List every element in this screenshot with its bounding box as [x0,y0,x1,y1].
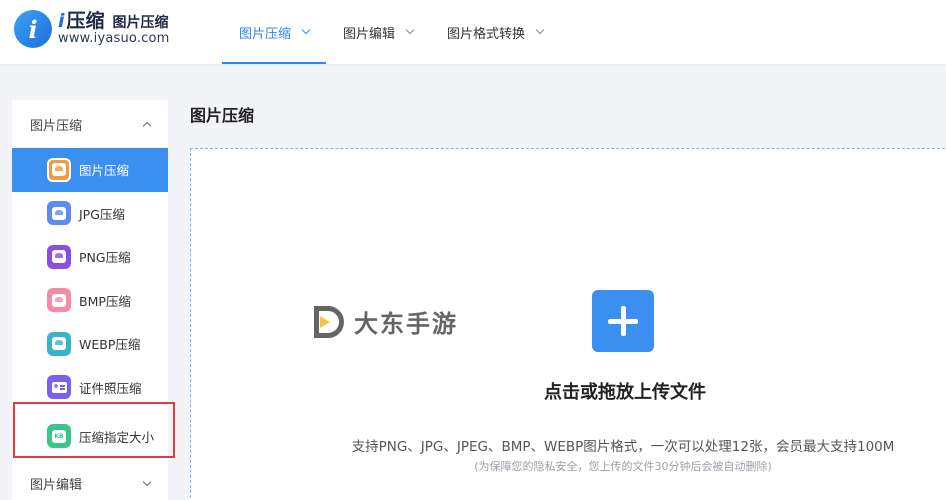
sidebar-item-label: 压缩指定大小 [79,429,155,445]
sidebar-item-png[interactable]: PNG压缩 [12,235,168,279]
bmp-icon [47,288,71,313]
nav-item-label: 图片压缩 [239,26,292,42]
page-title: 图片压缩 [190,106,255,125]
image-compress-icon [47,157,71,182]
chevron-down-icon [535,25,545,35]
sidebar-item-jpg[interactable]: JPG压缩 [12,192,168,236]
sidebar-item-image-compress[interactable]: 图片压缩 [12,148,168,192]
upload-title: 点击或拖放上传文件 [544,382,706,403]
sidebar: 图片压缩 图片压缩 JPG压缩 PNG压缩 BMP压缩 WEBP压缩 证件照压缩… [12,100,168,500]
logo-mark-icon: i [14,10,52,48]
sidebar-item-label: 证件照压缩 [79,380,142,396]
sidebar-item-label: 图片压缩 [79,163,130,179]
upload-plus-button[interactable] [592,290,654,352]
nav-item-image-edit[interactable]: 图片编辑 [326,0,430,64]
logo-brand-sub: 图片压缩 [112,15,169,32]
site-logo[interactable]: i i 压缩 图片压缩 www.iyasuo.com [14,10,170,48]
sidebar-group-label: 图片压缩 [30,118,83,134]
chevron-down-icon [301,25,311,35]
sidebar-item-bmp[interactable]: BMP压缩 [12,279,168,323]
png-icon [47,244,71,269]
logo-text: i 压缩 图片压缩 www.iyasuo.com [58,10,170,47]
nav-item-label: 图片编辑 [343,26,396,42]
id-photo-icon [47,375,71,400]
logo-url: www.iyasuo.com [58,31,170,47]
logo-brand-i: i [58,10,65,33]
webp-icon [47,331,71,356]
kb-label: KB [52,429,66,443]
sidebar-group-label: 图片编辑 [30,477,83,493]
sidebar-group-image-edit[interactable]: 图片编辑 [12,463,168,500]
upload-privacy-note: (为保障您的隐私安全，您上传的文件30分钟后会被自动删除) [474,460,772,473]
sidebar-item-label: WEBP压缩 [79,337,141,353]
chevron-down-icon [405,25,415,35]
sidebar-item-label: PNG压缩 [79,250,131,266]
sidebar-item-webp[interactable]: WEBP压缩 [12,322,168,366]
chevron-up-icon [142,121,152,130]
watermark-logo-icon [312,305,348,339]
nav-item-image-compress[interactable]: 图片压缩 [222,0,327,64]
top-nav: 图片压缩 图片编辑 图片格式转换 [222,0,560,64]
sidebar-group-image-compress[interactable]: 图片压缩 [12,100,168,148]
kb-size-icon: KB [47,424,71,448]
sidebar-item-size-compress[interactable]: KB 压缩指定大小 [12,409,168,463]
watermark-text: 大东手游 [354,310,458,338]
sidebar-item-label: JPG压缩 [79,206,125,222]
nav-item-label: 图片格式转换 [447,26,526,42]
chevron-down-icon [142,477,152,486]
nav-item-format-convert[interactable]: 图片格式转换 [430,0,560,64]
logo-title: i 压缩 图片压缩 [58,10,170,33]
watermark: 大东手游 [312,304,458,339]
upload-description: 支持PNG、JPG、JPEG、BMP、WEBP图片格式，一次可以处理12张，会员… [351,439,895,455]
sidebar-item-label: BMP压缩 [79,293,131,309]
top-header: i i 压缩 图片压缩 www.iyasuo.com 图片压缩 图片编辑 图片格… [0,0,946,64]
logo-brand-main: 压缩 [66,10,105,33]
sidebar-item-id-photo[interactable]: 证件照压缩 [12,366,168,410]
jpg-icon [47,201,71,226]
